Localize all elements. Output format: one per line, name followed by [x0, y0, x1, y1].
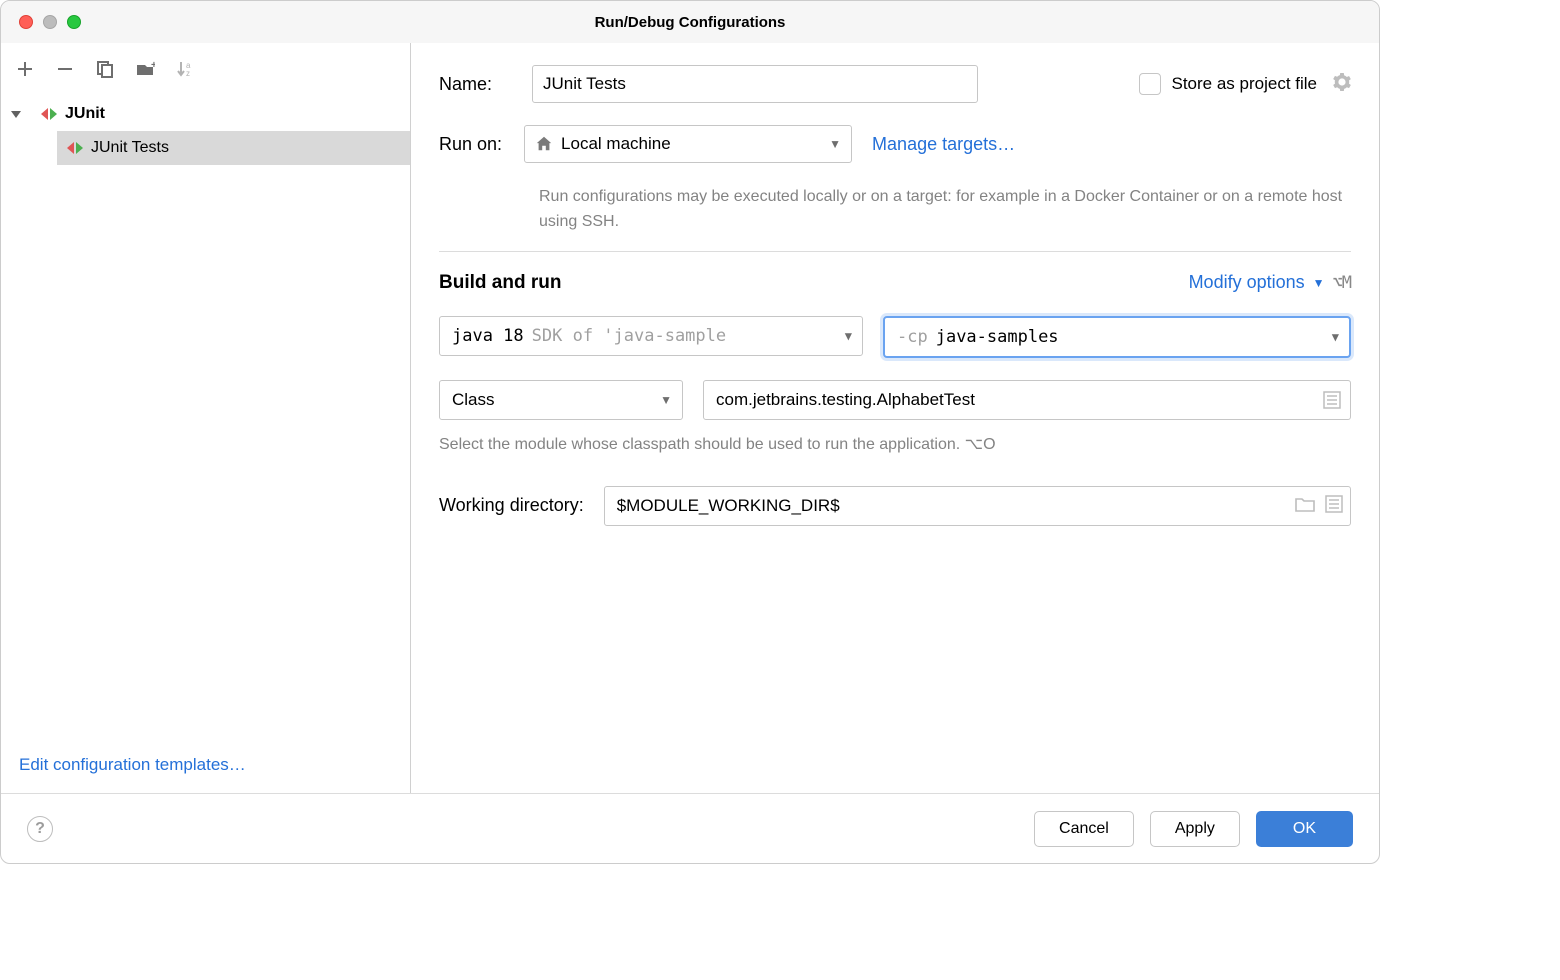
add-configuration-button[interactable] — [15, 59, 35, 79]
chevron-down-icon: ▼ — [1313, 276, 1325, 290]
store-as-project-file-label: Store as project file — [1171, 74, 1317, 94]
close-window-button[interactable] — [19, 15, 33, 29]
working-directory-label: Working directory: — [439, 495, 584, 516]
chevron-down-icon: ▼ — [1332, 330, 1339, 344]
tree-node-label: JUnit — [65, 105, 105, 123]
gear-icon[interactable] — [1333, 73, 1351, 96]
cp-value: java-samples — [936, 327, 1059, 347]
configuration-editor: Name: Store as project file Run on: Loca… — [411, 43, 1379, 793]
sort-configurations-button[interactable]: az — [175, 59, 195, 79]
test-kind-value: Class — [452, 390, 495, 410]
home-icon — [535, 135, 553, 153]
classpath-hint: Select the module whose classpath should… — [439, 434, 1351, 454]
run-on-hint: Run configurations may be executed local… — [539, 185, 1351, 235]
dialog-footer: ? Cancel Apply OK — [1, 793, 1379, 863]
save-configuration-button[interactable]: + — [135, 59, 155, 79]
modify-options-link[interactable]: Modify options — [1189, 272, 1305, 293]
run-on-value: Local machine — [561, 134, 671, 154]
run-on-select[interactable]: Local machine ▼ — [524, 125, 852, 163]
remove-configuration-button[interactable] — [55, 59, 75, 79]
help-button[interactable]: ? — [27, 816, 53, 842]
jre-description: SDK of 'java-sample — [532, 326, 726, 346]
working-directory-input[interactable] — [604, 486, 1351, 526]
configurations-sidebar: + az JUnit JUnit Tests — [1, 43, 411, 793]
test-kind-select[interactable]: Class ▼ — [439, 380, 683, 420]
minimize-window-button[interactable] — [43, 15, 57, 29]
modify-options-shortcut: ⌥M — [1333, 273, 1351, 293]
tree-node-label: JUnit Tests — [91, 139, 169, 157]
name-input[interactable] — [532, 65, 978, 103]
cancel-button[interactable]: Cancel — [1034, 811, 1134, 847]
classpath-select[interactable]: -cp java-samples ▼ — [883, 316, 1351, 358]
tree-node-junit-tests[interactable]: JUnit Tests — [57, 131, 410, 165]
apply-button[interactable]: Apply — [1150, 811, 1240, 847]
copy-configuration-button[interactable] — [95, 59, 115, 79]
list-icon[interactable] — [1325, 495, 1343, 517]
divider — [439, 251, 1351, 252]
run-on-label: Run on: — [439, 134, 502, 155]
manage-targets-link[interactable]: Manage targets… — [872, 134, 1015, 155]
chevron-down-icon: ▼ — [845, 329, 852, 343]
store-as-project-file-checkbox[interactable] — [1139, 73, 1161, 95]
svg-text:z: z — [186, 69, 190, 78]
chevron-down-icon: ▼ — [829, 137, 841, 151]
run-debug-configurations-dialog: Run/Debug Configurations + az — [0, 0, 1380, 864]
junit-icon — [41, 106, 57, 122]
cp-flag: -cp — [897, 327, 928, 347]
list-icon[interactable] — [1323, 391, 1341, 409]
sidebar-toolbar: + az — [1, 43, 410, 97]
name-label: Name: — [439, 74, 492, 95]
titlebar: Run/Debug Configurations — [1, 1, 1379, 43]
build-and-run-heading: Build and run — [439, 272, 561, 294]
window-controls — [1, 15, 81, 29]
maximize-window-button[interactable] — [67, 15, 81, 29]
junit-icon — [67, 140, 83, 156]
jre-value: java 18 — [452, 326, 524, 346]
class-input[interactable] — [703, 380, 1351, 420]
ok-button[interactable]: OK — [1256, 811, 1353, 847]
chevron-down-icon: ▼ — [660, 393, 672, 407]
edit-templates-link[interactable]: Edit configuration templates… — [19, 755, 246, 774]
svg-text:+: + — [151, 60, 155, 71]
folder-icon[interactable] — [1295, 495, 1315, 517]
expand-arrow-icon — [11, 111, 21, 118]
jre-select[interactable]: java 18 SDK of 'java-sample ▼ — [439, 316, 863, 356]
configurations-tree[interactable]: JUnit JUnit Tests — [1, 97, 410, 743]
dialog-title: Run/Debug Configurations — [1, 14, 1379, 31]
tree-node-junit[interactable]: JUnit — [1, 97, 410, 131]
